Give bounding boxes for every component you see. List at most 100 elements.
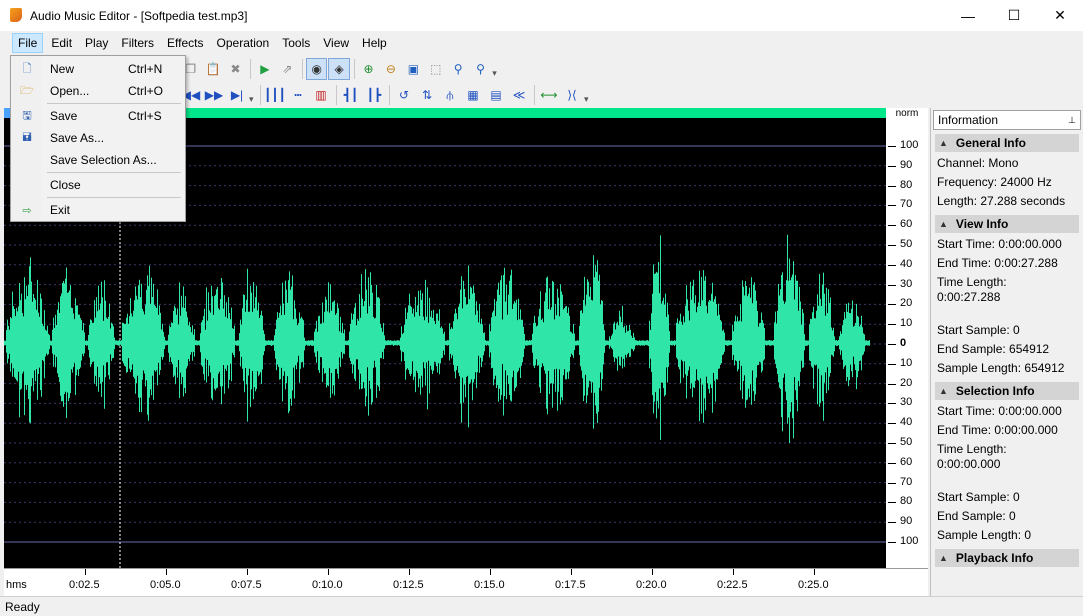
scale-tick-label: 90 bbox=[900, 158, 913, 171]
skip-end-icon[interactable]: ▶| bbox=[226, 84, 248, 106]
info-length: Length: 27.288 seconds bbox=[937, 194, 1066, 208]
chorus-icon[interactable]: ▦ bbox=[462, 84, 484, 106]
scale-tick-label: 40 bbox=[900, 416, 913, 429]
fast-forward-icon[interactable]: ▶▶ bbox=[203, 84, 225, 106]
fade-out-icon[interactable]: ┃┣ bbox=[363, 84, 385, 106]
scale-tick-mark bbox=[888, 165, 896, 167]
menu-effects[interactable]: Effects bbox=[162, 34, 208, 52]
compress-icon[interactable]: ⟩⟨ bbox=[561, 84, 583, 106]
wahwah-icon[interactable]: ≪ bbox=[508, 84, 530, 106]
speaker-icon[interactable]: ◈ bbox=[328, 58, 350, 80]
view-start-sample: Start Sample: 0 bbox=[937, 323, 1020, 337]
delete-icon[interactable]: ✖ bbox=[225, 58, 246, 80]
menu-filters[interactable]: Filters bbox=[116, 34, 159, 52]
collapse-arrow-icon: ▲ bbox=[939, 386, 948, 396]
minimize-button[interactable]: — bbox=[945, 0, 991, 31]
scale-tick-mark bbox=[888, 383, 896, 385]
zoom-in-vertical-icon[interactable]: ⚲ bbox=[447, 58, 468, 80]
toolbar-grip-icon[interactable]: ▾ bbox=[492, 59, 500, 79]
scale-tick-label: 60 bbox=[900, 218, 913, 231]
ruler-tick bbox=[328, 569, 329, 575]
scale-tick-label: 20 bbox=[900, 376, 913, 389]
export-icon[interactable]: ⇗ bbox=[277, 58, 298, 80]
zoom-out-icon[interactable]: ⊖ bbox=[380, 58, 401, 80]
information-panel: Information ⊥ ▲ General Info Channel: Mon… bbox=[930, 108, 1083, 596]
ruler-label: 0:12.5 bbox=[393, 579, 424, 591]
view-info-header[interactable]: ▲ View Info bbox=[935, 215, 1079, 233]
toolbar-grip-icon[interactable]: ▾ bbox=[584, 85, 592, 105]
scale-tick-mark bbox=[888, 324, 896, 326]
ruler-tick bbox=[85, 569, 86, 575]
menu-item-exit[interactable]: ⇨ Exit bbox=[11, 199, 185, 221]
scale-tick-label: 10 bbox=[900, 356, 913, 369]
scale-tick-mark bbox=[888, 522, 896, 524]
ruler-tick bbox=[652, 569, 653, 575]
invert-icon[interactable]: ⇅ bbox=[416, 84, 438, 106]
selection-time-length-label: Time Length: bbox=[937, 442, 1007, 456]
window-title: Audio Music Editor - [Softpedia test.mp3… bbox=[30, 8, 248, 23]
menu-item-save[interactable]: 🖫 Save Ctrl+S bbox=[11, 105, 185, 127]
scale-tick-mark bbox=[888, 304, 896, 306]
paste-icon[interactable]: 📋 bbox=[202, 58, 223, 80]
scale-tick-label: 40 bbox=[900, 257, 913, 270]
collapse-arrow-icon: ▲ bbox=[939, 219, 948, 229]
reverse-icon[interactable]: ↺ bbox=[393, 84, 415, 106]
save-icon: 🖫 bbox=[22, 109, 32, 122]
echo-icon[interactable]: ⫛ bbox=[439, 84, 461, 106]
zoom-in-icon[interactable]: ⊕ bbox=[358, 58, 379, 80]
menu-edit[interactable]: Edit bbox=[46, 34, 77, 52]
amplify-icon[interactable]: ┅ bbox=[287, 84, 309, 106]
scale-tick-mark bbox=[888, 205, 896, 207]
ruler-tick bbox=[733, 569, 734, 575]
menu-bar: File Edit Play Filters Effects Operation… bbox=[0, 31, 1083, 55]
menu-file[interactable]: File bbox=[12, 33, 44, 53]
time-ruler[interactable]: hms 0:02.5 0:05.0 0:07.5 0:10.0 0:12.5 0:15.0… bbox=[4, 568, 928, 596]
ruler-tick bbox=[247, 569, 248, 575]
menu-item-save-as[interactable]: 🖬 Save As... bbox=[11, 127, 185, 149]
view-sample-length: Sample Length: 654912 bbox=[937, 361, 1065, 375]
ruler-tick bbox=[166, 569, 167, 575]
scale-tick-label: 50 bbox=[900, 436, 913, 448]
close-button[interactable]: ✕ bbox=[1037, 0, 1083, 31]
menu-view[interactable]: View bbox=[318, 34, 354, 52]
ruler-unit: hms bbox=[6, 579, 27, 591]
menu-item-new[interactable]: 🗋 New Ctrl+N bbox=[11, 58, 185, 80]
app-icon bbox=[8, 7, 24, 24]
info-panel-header: Information ⊥ bbox=[933, 110, 1081, 130]
scale-tick-label: 10 bbox=[900, 317, 913, 330]
record-icon[interactable]: ◉ bbox=[305, 58, 328, 80]
scale-tick-mark bbox=[888, 264, 896, 266]
menu-item-save-selection-as[interactable]: Save Selection As... bbox=[11, 149, 185, 171]
scale-tick-mark bbox=[888, 284, 896, 286]
flanger-icon[interactable]: ▤ bbox=[485, 84, 507, 106]
menu-help[interactable]: Help bbox=[357, 34, 392, 52]
maximize-button[interactable]: ☐ bbox=[991, 0, 1037, 31]
menu-item-close[interactable]: Close bbox=[11, 174, 185, 196]
scale-tick-mark bbox=[888, 245, 896, 246]
selection-info-header[interactable]: ▲ Selection Info bbox=[935, 382, 1079, 400]
spectrum-icon[interactable]: ▥ bbox=[310, 84, 332, 106]
collapse-arrow-icon: ▲ bbox=[939, 138, 948, 148]
normalize-icon[interactable]: ┃┃┃ bbox=[264, 84, 286, 106]
playback-info-header[interactable]: ▲ Playback Info bbox=[935, 549, 1079, 567]
stretch-icon[interactable]: ⟷ bbox=[538, 84, 560, 106]
menu-play[interactable]: Play bbox=[80, 34, 113, 52]
pin-icon[interactable]: ⊥ bbox=[1068, 115, 1076, 126]
zoom-fit-icon[interactable]: ▣ bbox=[403, 58, 424, 80]
menu-tools[interactable]: Tools bbox=[277, 34, 315, 52]
scale-tick-label: 70 bbox=[900, 475, 913, 488]
selection-start-time: Start Time: 0:00:00.000 bbox=[937, 404, 1062, 418]
scale-tick-label: 100 bbox=[900, 139, 919, 151]
menu-item-open[interactable]: 🗁 Open... Ctrl+O bbox=[11, 80, 185, 102]
menu-operation[interactable]: Operation bbox=[212, 34, 275, 52]
selection-end-sample: End Sample: 0 bbox=[937, 509, 1016, 523]
general-info-header[interactable]: ▲ General Info bbox=[935, 134, 1079, 152]
zoom-selection-icon[interactable]: ⬚ bbox=[425, 58, 446, 80]
toolbar-playback: ◀◀ ▶▶ ▶| ▾ ┃┃┃ ┅ ▥ ┫┃ ┃┣ ↺ ⇅ ⫛ ▦ ▤ ≪ ⟷ ⟩… bbox=[180, 82, 600, 108]
insert-icon[interactable]: ▶ bbox=[254, 58, 275, 80]
zoom-out-vertical-icon[interactable]: ⚲ bbox=[470, 58, 491, 80]
scale-tick-label: 100 bbox=[900, 535, 919, 547]
ruler-label: 0:22.5 bbox=[717, 579, 748, 591]
toolbar-grip-icon[interactable]: ▾ bbox=[249, 85, 257, 105]
fade-in-icon[interactable]: ┫┃ bbox=[340, 84, 362, 106]
